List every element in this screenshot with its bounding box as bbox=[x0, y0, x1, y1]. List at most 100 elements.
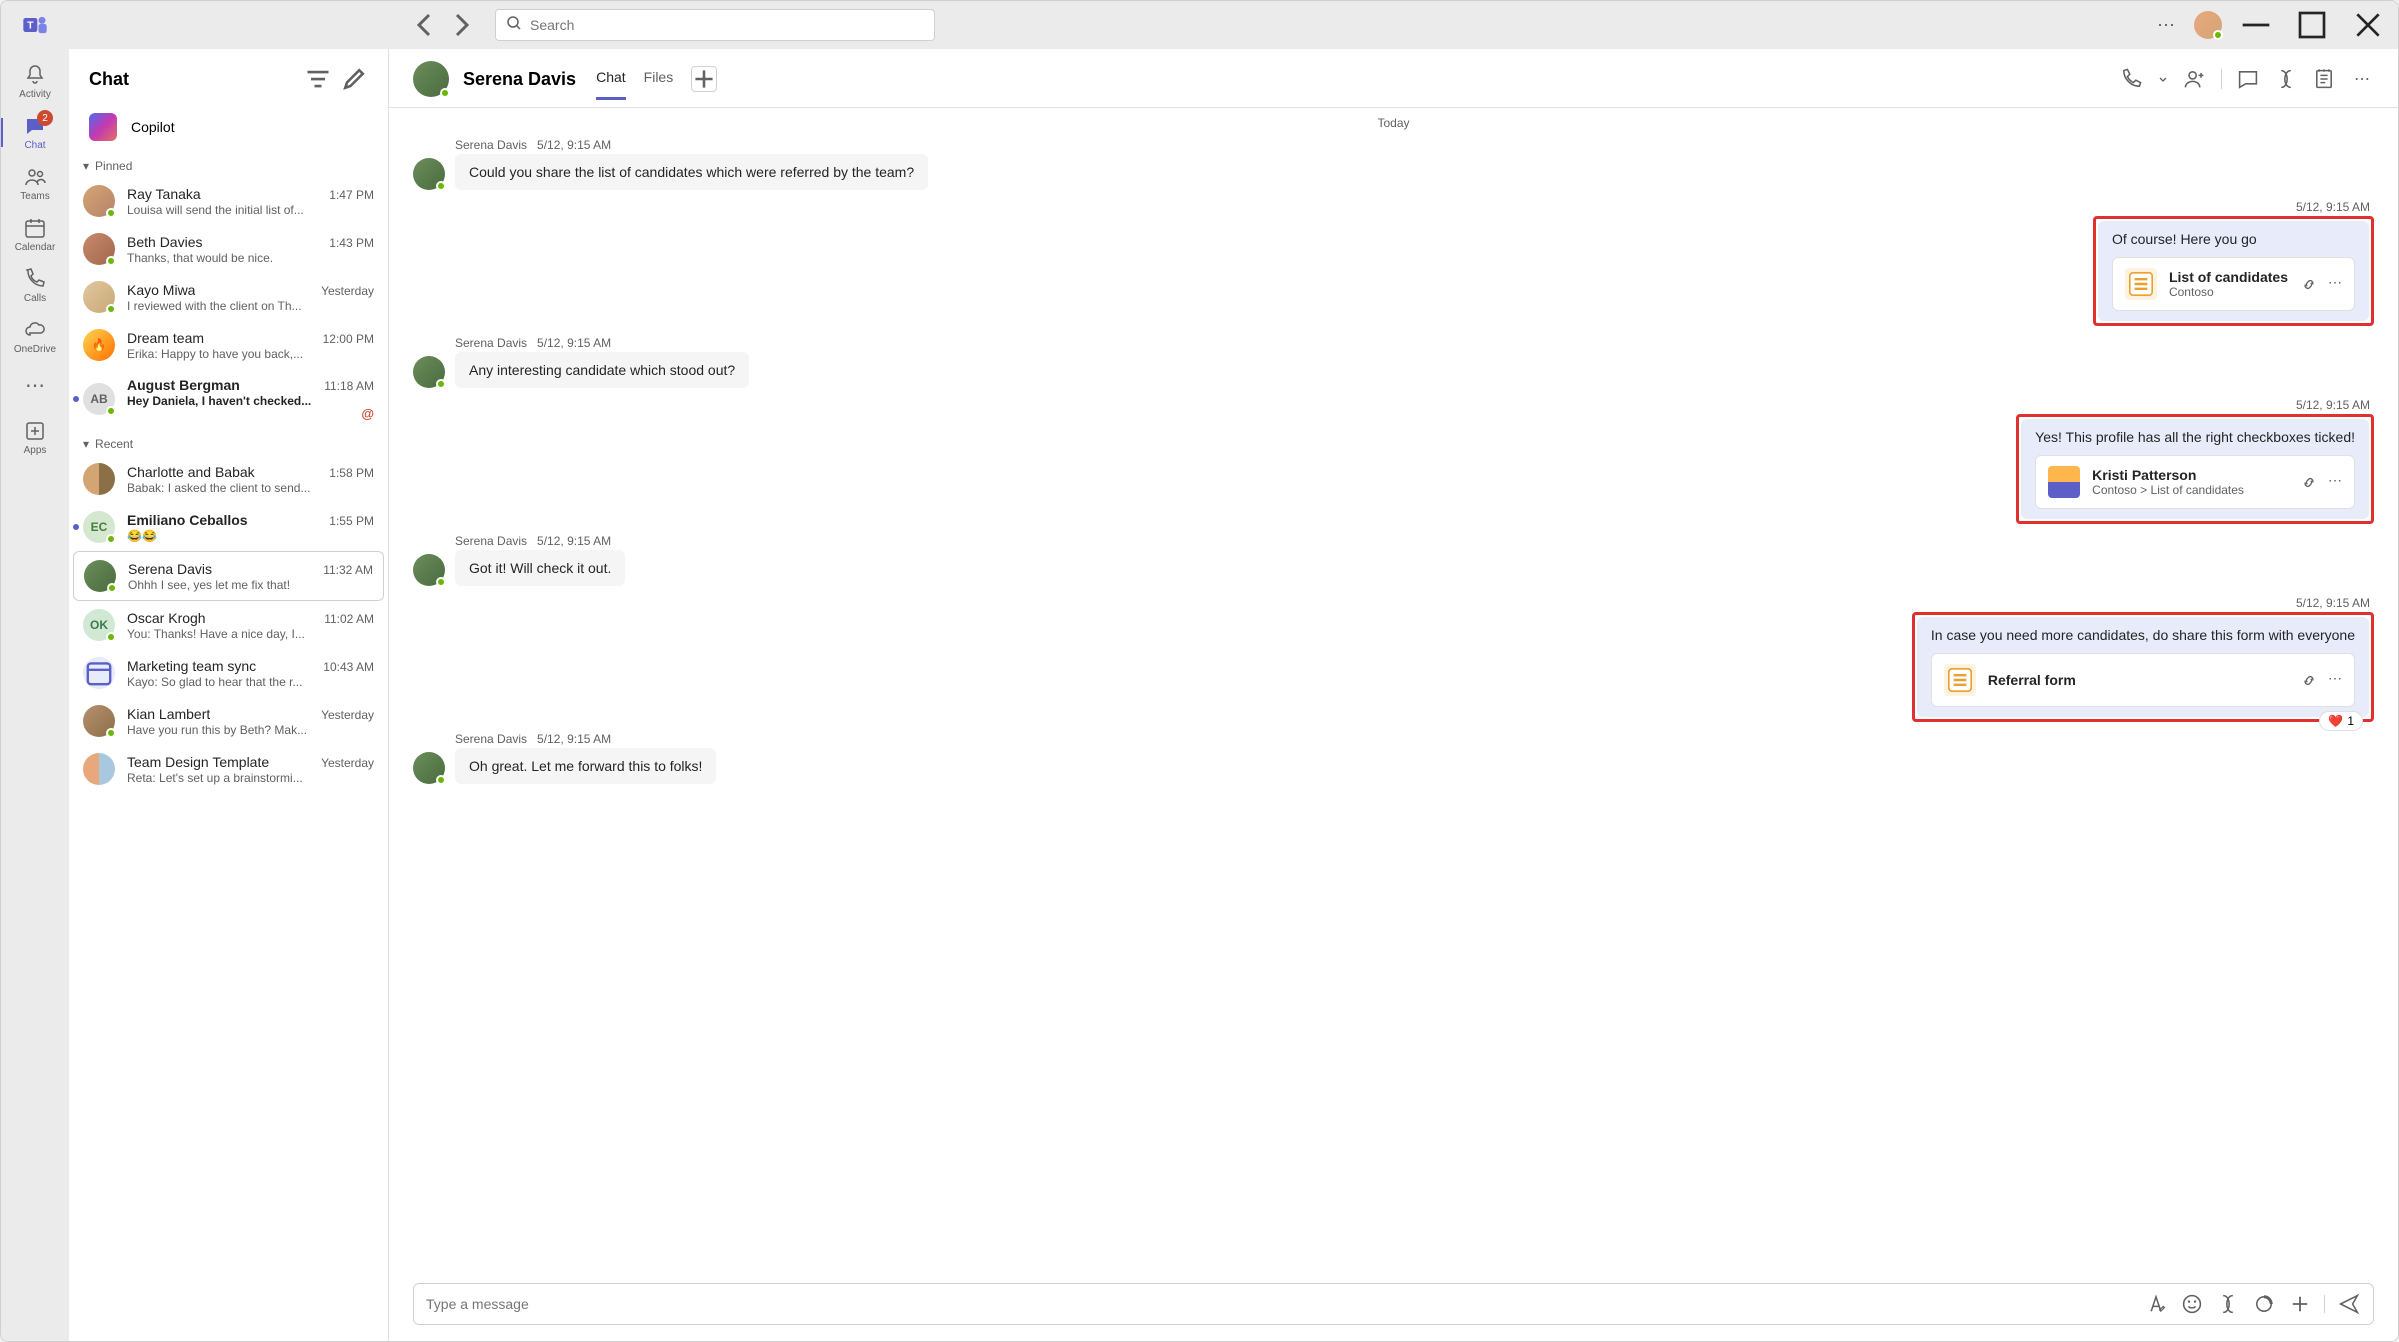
link-icon[interactable] bbox=[2300, 274, 2318, 295]
chat-list-item[interactable]: Team Design TemplateYesterdayReta: Let's… bbox=[69, 745, 388, 793]
send-button[interactable] bbox=[2337, 1292, 2361, 1316]
attach-button[interactable] bbox=[2288, 1292, 2312, 1316]
card-more-button[interactable]: ⋯ bbox=[2328, 274, 2342, 295]
tab-files[interactable]: Files bbox=[644, 69, 674, 100]
message-row: Serena Davis5/12, 9:15 AMCould you share… bbox=[413, 138, 2374, 190]
attachment-card[interactable]: Referral form⋯ bbox=[1931, 653, 2355, 707]
minimize-button[interactable] bbox=[2234, 9, 2278, 41]
message-bubble[interactable]: In case you need more candidates, do sha… bbox=[1917, 617, 2369, 717]
link-icon[interactable] bbox=[2300, 472, 2318, 493]
message-bubble[interactable]: Yes! This profile has all the right chec… bbox=[2021, 419, 2369, 519]
highlighted-message: Of course! Here you goList of candidates… bbox=[2093, 216, 2374, 326]
rail-calls[interactable]: Calls bbox=[7, 261, 63, 310]
message-text: Yes! This profile has all the right chec… bbox=[2035, 429, 2355, 445]
recent-section-header[interactable]: ▾ Recent bbox=[69, 429, 388, 455]
separator bbox=[2324, 1295, 2325, 1313]
more-options-button[interactable]: ⋯ bbox=[2150, 9, 2182, 41]
apps-icon bbox=[23, 419, 47, 443]
chat-list-item[interactable]: OKOscar Krogh11:02 AMYou: Thanks! Have a… bbox=[69, 601, 388, 649]
message-bubble[interactable]: Could you share the list of candidates w… bbox=[455, 154, 928, 190]
copilot-icon bbox=[89, 113, 117, 141]
call-dropdown[interactable] bbox=[2157, 67, 2169, 91]
tab-chat[interactable]: Chat bbox=[596, 69, 626, 100]
chat-item-avatar: EC bbox=[83, 511, 115, 543]
link-icon[interactable] bbox=[2300, 670, 2318, 691]
nav-back-button[interactable] bbox=[409, 9, 441, 41]
message-row: Serena Davis5/12, 9:15 AM Any interesting… bbox=[413, 336, 2374, 388]
chat-list-item[interactable]: Serena Davis11:32 AMOhhh I see, yes let … bbox=[73, 551, 384, 601]
presence-indicator-icon bbox=[106, 728, 116, 738]
rail-teams[interactable]: Teams bbox=[7, 159, 63, 208]
rail-apps[interactable]: Apps bbox=[7, 413, 63, 462]
rail-onedrive[interactable]: OneDrive bbox=[7, 312, 63, 361]
chat-list-item[interactable]: ECEmiliano Ceballos1:55 PM😂😂 bbox=[69, 503, 388, 551]
add-tab-button[interactable] bbox=[691, 66, 717, 92]
rail-calendar[interactable]: Calendar bbox=[7, 210, 63, 259]
compose-input[interactable] bbox=[426, 1296, 2134, 1312]
chat-item-name: Ray Tanaka bbox=[127, 186, 201, 202]
message-bubble[interactable]: Any interesting candidate which stood ou… bbox=[455, 352, 749, 388]
mention-icon: @ bbox=[127, 406, 374, 421]
chat-item-time: 1:58 PM bbox=[329, 466, 374, 480]
people-icon bbox=[23, 165, 47, 189]
rail-more[interactable]: ⋯ bbox=[7, 367, 63, 403]
emoji-button[interactable] bbox=[2180, 1292, 2204, 1316]
chat-list-item[interactable]: Marketing team sync10:43 AMKayo: So glad… bbox=[69, 649, 388, 697]
chat-item-avatar: AB bbox=[83, 383, 115, 415]
message-text: Any interesting candidate which stood ou… bbox=[469, 362, 735, 378]
loop-button[interactable] bbox=[2252, 1292, 2276, 1316]
chat-list-item[interactable]: Ray Tanaka1:47 PMLouisa will send the in… bbox=[69, 177, 388, 225]
message-meta: 5/12, 9:15 AM bbox=[2016, 398, 2374, 412]
chat-list-item[interactable]: 🔥Dream team12:00 PMErika: Happy to have … bbox=[69, 321, 388, 369]
conv-more-button[interactable]: ⋯ bbox=[2350, 67, 2374, 91]
filter-button[interactable] bbox=[304, 65, 332, 93]
app-rail: Activity 2 Chat Teams Calendar Calls One… bbox=[1, 49, 69, 1341]
chevron-down-icon: ▾ bbox=[83, 159, 89, 173]
rail-activity-label: Activity bbox=[19, 89, 51, 100]
card-more-button[interactable]: ⋯ bbox=[2328, 670, 2342, 691]
rail-chat[interactable]: 2 Chat bbox=[7, 108, 63, 157]
pinned-section-header[interactable]: ▾ Pinned bbox=[69, 151, 388, 177]
add-people-button[interactable] bbox=[2183, 67, 2207, 91]
attachment-card[interactable]: Kristi PattersonContoso > List of candid… bbox=[2035, 455, 2355, 509]
notes-button[interactable] bbox=[2312, 67, 2336, 91]
chat-list-item[interactable]: Charlotte and Babak1:58 PMBabak: I asked… bbox=[69, 455, 388, 503]
search-box[interactable] bbox=[495, 9, 935, 41]
call-button[interactable] bbox=[2119, 67, 2143, 91]
chat-item-time: 11:18 AM bbox=[324, 379, 374, 393]
copilot-item[interactable]: Copilot bbox=[69, 103, 388, 151]
chat-list-item[interactable]: Kayo MiwaYesterdayI reviewed with the cl… bbox=[69, 273, 388, 321]
chat-list-item[interactable]: ABAugust Bergman11:18 AMHey Daniela, I h… bbox=[69, 369, 388, 429]
new-chat-button[interactable] bbox=[340, 65, 368, 93]
copilot-button[interactable] bbox=[2274, 67, 2298, 91]
conversation-avatar[interactable] bbox=[413, 61, 449, 97]
message-meta: Serena Davis5/12, 9:15 AM bbox=[455, 732, 716, 746]
presence-indicator-icon bbox=[107, 583, 117, 593]
calendar-icon bbox=[23, 216, 47, 240]
message-bubble[interactable]: Oh great. Let me forward this to folks! bbox=[455, 748, 716, 784]
message-bubble[interactable]: Got it! Will check it out. bbox=[455, 550, 625, 586]
format-button[interactable] bbox=[2144, 1292, 2168, 1316]
chat-item-preview: Kayo: So glad to hear that the r... bbox=[127, 675, 374, 689]
rail-teams-label: Teams bbox=[20, 191, 49, 202]
message-avatar bbox=[413, 554, 445, 586]
chat-list-item[interactable]: Beth Davies1:43 PMThanks, that would be … bbox=[69, 225, 388, 273]
maximize-button[interactable] bbox=[2290, 9, 2334, 41]
rail-activity[interactable]: Activity bbox=[7, 57, 63, 106]
message-bubble[interactable]: Of course! Here you goList of candidates… bbox=[2098, 221, 2369, 321]
nav-forward-button[interactable] bbox=[445, 9, 477, 41]
attachment-card[interactable]: List of candidatesContoso⋯ bbox=[2112, 257, 2355, 311]
copilot-compose-button[interactable] bbox=[2216, 1292, 2240, 1316]
message-meta: Serena Davis5/12, 9:15 AM bbox=[455, 336, 749, 350]
open-chat-button[interactable] bbox=[2236, 67, 2260, 91]
compose-box[interactable] bbox=[413, 1283, 2374, 1325]
card-more-button[interactable]: ⋯ bbox=[2328, 472, 2342, 493]
conversation-panel: Serena Davis Chat Files ⋯ bbox=[389, 49, 2398, 1341]
search-input[interactable] bbox=[530, 17, 924, 33]
user-avatar[interactable] bbox=[2194, 11, 2222, 39]
chat-list-item[interactable]: Kian LambertYesterdayHave you run this b… bbox=[69, 697, 388, 745]
reaction-badge[interactable]: ❤️1 bbox=[2319, 711, 2363, 731]
teams-logo-icon: T bbox=[21, 11, 49, 39]
message-row: Serena Davis5/12, 9:15 AM Oh great. Let m… bbox=[413, 732, 2374, 784]
close-button[interactable] bbox=[2346, 9, 2390, 41]
